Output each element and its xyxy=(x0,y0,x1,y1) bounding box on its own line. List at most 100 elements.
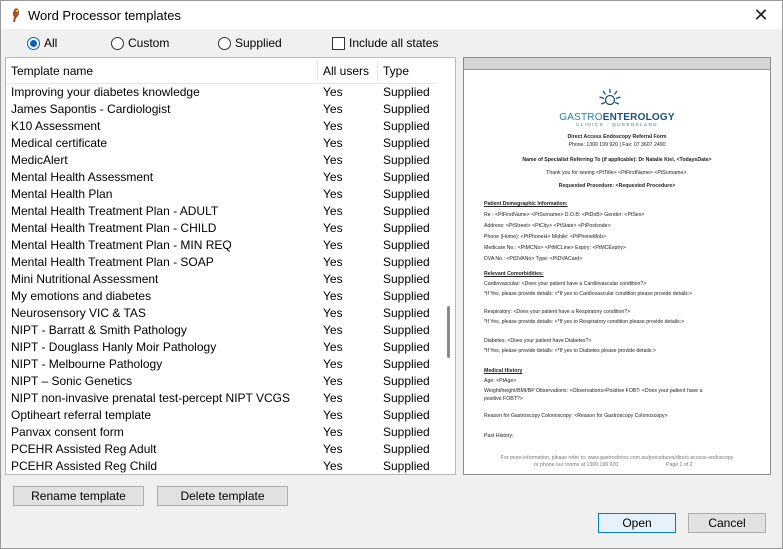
cell-type: Supplied xyxy=(383,425,430,439)
cell-template-name: K10 Assessment xyxy=(11,119,101,133)
cell-type: Supplied xyxy=(383,85,430,99)
table-row[interactable]: Mini Nutritional Assessment Yes Supplied xyxy=(6,271,437,288)
doc-line: *If Yes, please provide details: <*If ye… xyxy=(484,348,656,354)
cell-all-users: Yes xyxy=(323,306,343,320)
radio-all[interactable]: All xyxy=(27,34,57,52)
doc-line: positive FOBT?> xyxy=(484,396,523,402)
cell-all-users: Yes xyxy=(323,391,343,405)
cell-template-name: Mental Health Treatment Plan - ADULT xyxy=(11,204,219,218)
table-row[interactable]: MedicAlert Yes Supplied xyxy=(6,152,437,169)
table-row[interactable]: K10 Assessment Yes Supplied xyxy=(6,118,437,135)
table-row[interactable]: Mental Health Assessment Yes Supplied xyxy=(6,169,437,186)
cell-type: Supplied xyxy=(383,255,430,269)
list-scrollbar-thumb[interactable] xyxy=(447,306,450,358)
cell-template-name: Mental Health Plan xyxy=(11,187,113,201)
close-icon[interactable]: ✕ xyxy=(746,3,776,27)
cell-all-users: Yes xyxy=(323,357,343,371)
cell-type: Supplied xyxy=(383,357,430,371)
table-row[interactable]: Neurosensory VIC & TAS Yes Supplied xyxy=(6,305,437,322)
cancel-button[interactable]: Cancel xyxy=(688,513,766,533)
radio-custom-label: Custom xyxy=(128,36,170,50)
doc-line: *If Yes, please provide details: <*If ye… xyxy=(484,291,693,297)
cell-template-name: Neurosensory VIC & TAS xyxy=(11,306,146,320)
cell-type: Supplied xyxy=(383,204,430,218)
cell-all-users: Yes xyxy=(323,272,343,286)
table-row[interactable]: NIPT – Sonic Genetics Yes Supplied xyxy=(6,373,437,390)
doc-line: Reason for Gastroscopy Colonoscopy: <Rea… xyxy=(484,413,668,419)
cell-all-users: Yes xyxy=(323,170,343,184)
clinic-logo-subtitle: CLINICS · QUEENSLAND xyxy=(576,122,658,127)
radio-all-label: All xyxy=(44,36,58,50)
cell-all-users: Yes xyxy=(323,187,343,201)
table-row[interactable]: NIPT - Melbourne Pathology Yes Supplied xyxy=(6,356,437,373)
list-scrollbar[interactable] xyxy=(442,58,455,474)
cell-template-name: Mental Health Assessment xyxy=(11,170,154,184)
table-row[interactable]: Mental Health Treatment Plan - CHILD Yes S… xyxy=(6,220,437,237)
radio-custom[interactable]: Custom xyxy=(111,34,169,52)
cell-all-users: Yes xyxy=(323,459,343,473)
cell-all-users: Yes xyxy=(323,136,343,150)
doc-line: Re : <PtFirstName> <PtSurname> D.O.B: <P… xyxy=(484,212,645,218)
cell-all-users: Yes xyxy=(323,323,343,337)
radio-all-indicator[interactable] xyxy=(27,36,40,50)
list-header: Template name All users Type xyxy=(6,58,437,84)
cell-template-name: Optiheart referral template xyxy=(11,408,152,422)
cell-type: Supplied xyxy=(383,238,430,252)
table-row[interactable]: Optiheart referral template Yes Supplied xyxy=(6,407,437,424)
radio-supplied[interactable]: Supplied xyxy=(218,34,282,52)
cell-template-name: NIPT - Melbourne Pathology xyxy=(11,357,163,371)
cell-type: Supplied xyxy=(383,323,430,337)
table-row[interactable]: Improving your diabetes knowledge Yes Supp… xyxy=(6,84,437,101)
include-all-states-checkbox[interactable]: Include all states xyxy=(332,34,438,52)
cell-all-users: Yes xyxy=(323,425,343,439)
table-row[interactable]: Mental Health Treatment Plan - SOAP Yes Su… xyxy=(6,254,437,271)
template-list[interactable]: Template name All users Type Improving y… xyxy=(5,57,456,475)
cell-all-users: Yes xyxy=(323,289,343,303)
doc-specialist: Name of Specialist Referring To (if appl… xyxy=(522,157,712,163)
cell-type: Supplied xyxy=(383,442,430,456)
doc-line: Address: <PtStreet> <PtCity> <PtState> <… xyxy=(484,223,611,229)
table-row[interactable]: James Sapontis - Cardiologist Yes Supplied xyxy=(6,101,437,118)
radio-custom-indicator[interactable] xyxy=(111,36,124,50)
table-row[interactable]: Panvax consent form Yes Supplied xyxy=(6,424,437,441)
column-header-template-name[interactable]: Template name xyxy=(6,58,93,84)
cell-type: Supplied xyxy=(383,136,430,150)
doc-line: Respiratory: <Does your patient have a R… xyxy=(484,309,631,315)
table-row[interactable]: PCEHR Assisted Reg Child Yes Supplied xyxy=(6,458,437,474)
radio-supplied-indicator[interactable] xyxy=(218,36,231,50)
doc-page-number: Page 1 of 2 xyxy=(666,462,693,468)
table-row[interactable]: My emotions and diabetes Yes Supplied xyxy=(6,288,437,305)
table-row[interactable]: Medical certificate Yes Supplied xyxy=(6,135,437,152)
cell-template-name: Mental Health Treatment Plan - CHILD xyxy=(11,221,217,235)
table-row[interactable]: NIPT non-invasive prenatal test-percept … xyxy=(6,390,437,407)
rename-template-button[interactable]: Rename template xyxy=(13,486,144,506)
cell-all-users: Yes xyxy=(323,204,343,218)
doc-phone: Phone: 1300 199 920 | Fax: 07 3607 2490 xyxy=(568,142,666,148)
column-header-type[interactable]: Type xyxy=(378,58,409,84)
cell-type: Supplied xyxy=(383,306,430,320)
cell-all-users: Yes xyxy=(323,221,343,235)
table-row[interactable]: Mental Health Treatment Plan - MIN REQ Ye… xyxy=(6,237,437,254)
doc-footer-phone: or phone our rooms at 1300 199 920 xyxy=(534,462,619,468)
table-row[interactable]: NIPT - Barratt & Smith Pathology Yes Suppl… xyxy=(6,322,437,339)
table-row[interactable]: NIPT - Douglass Hanly Moir Pathology Yes S… xyxy=(6,339,437,356)
delete-template-button[interactable]: Delete template xyxy=(157,486,288,506)
cell-type: Supplied xyxy=(383,408,430,422)
column-header-all-users[interactable]: All users xyxy=(318,58,369,84)
cell-type: Supplied xyxy=(383,272,430,286)
cell-template-name: NIPT - Barratt & Smith Pathology xyxy=(11,323,187,337)
cell-template-name: NIPT - Douglass Hanly Moir Pathology xyxy=(11,340,217,354)
cell-template-name: Mental Health Treatment Plan - MIN REQ xyxy=(11,238,232,252)
cell-type: Supplied xyxy=(383,119,430,133)
cell-type: Supplied xyxy=(383,289,430,303)
doc-line: Phone (Home): <PtPhoneH> Mobile: <PtPhon… xyxy=(484,234,606,240)
table-row[interactable]: Mental Health Plan Yes Supplied xyxy=(6,186,437,203)
filter-row: All Custom Supplied Include all states xyxy=(1,34,782,52)
doc-heading: Direct Access Endoscopy Referral Form xyxy=(567,134,667,140)
table-row[interactable]: PCEHR Assisted Reg Adult Yes Supplied xyxy=(6,441,437,458)
title-bar: Word Processor templates ✕ xyxy=(1,1,782,29)
open-button[interactable]: Open xyxy=(598,513,676,533)
cell-template-name: PCEHR Assisted Reg Adult xyxy=(11,442,157,456)
include-all-states-box[interactable] xyxy=(332,36,345,50)
table-row[interactable]: Mental Health Treatment Plan - ADULT Yes S… xyxy=(6,203,437,220)
